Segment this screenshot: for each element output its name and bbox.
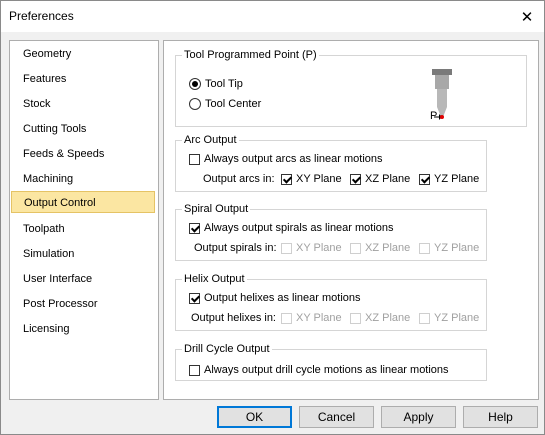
spiral-output-group: Spiral Output Always output spirals as l… <box>175 203 487 261</box>
arc-yz-checkbox-box[interactable] <box>419 173 430 185</box>
ok-button[interactable]: OK <box>217 406 292 428</box>
title-bar: Preferences ✕ <box>1 1 544 32</box>
sidebar-item-user-interface[interactable]: User Interface <box>11 268 155 290</box>
close-icon[interactable]: ✕ <box>510 1 544 32</box>
tool-center-label: Tool Center <box>205 98 262 110</box>
spiral-linear-label: Always output spirals as linear motions <box>204 222 394 234</box>
sidebar-item-machining[interactable]: Machining <box>11 168 155 190</box>
apply-button[interactable]: Apply <box>381 406 456 428</box>
helix-planes-label: Output helixes in: <box>191 312 276 324</box>
tool-tip-radio-indicator[interactable] <box>189 78 201 90</box>
helix-output-group-label: Helix Output <box>182 273 247 285</box>
helix-linear-label: Output helixes as linear motions <box>204 292 361 304</box>
sidebar-item-feeds-speeds[interactable]: Feeds & Speeds <box>11 143 155 165</box>
arc-xz-checkbox[interactable]: XZ Plane <box>350 173 410 185</box>
sidebar-item-licensing[interactable]: Licensing <box>11 318 155 340</box>
window-title: Preferences <box>9 9 74 23</box>
tool-tip-label: Tool Tip <box>205 78 243 90</box>
helix-xy-label: XY Plane <box>296 312 342 324</box>
arc-linear-label: Always output arcs as linear motions <box>204 153 383 165</box>
help-button[interactable]: Help <box>463 406 538 428</box>
spiral-output-group-label: Spiral Output <box>182 203 251 215</box>
arc-output-group-label: Arc Output <box>182 134 239 146</box>
sidebar-item-features[interactable]: Features <box>11 68 155 90</box>
spiral-xz-checkbox-box[interactable] <box>350 242 361 254</box>
output-control-panel: Tool Programmed Point (P) Tool Tip Tool … <box>163 40 539 400</box>
helix-xz-checkbox-box[interactable] <box>350 312 361 324</box>
sidebar-item-cutting-tools[interactable]: Cutting Tools <box>11 118 155 140</box>
tool-tip-icon <box>432 69 452 120</box>
helix-output-group: Helix Output Output helixes as linear mo… <box>175 273 487 331</box>
tool-tip-point-label: P <box>430 110 438 122</box>
arc-xy-label: XY Plane <box>296 173 342 185</box>
spiral-xy-checkbox[interactable]: XY Plane <box>281 242 342 254</box>
spiral-linear-checkbox-box[interactable] <box>189 222 200 234</box>
helix-xz-checkbox[interactable]: XZ Plane <box>350 312 410 324</box>
helix-xy-checkbox[interactable]: XY Plane <box>281 312 342 324</box>
helix-xy-checkbox-box[interactable] <box>281 312 292 324</box>
sidebar-item-toolpath[interactable]: Toolpath <box>11 218 155 240</box>
arc-yz-checkbox[interactable]: YZ Plane <box>419 173 479 185</box>
spiral-linear-checkbox[interactable]: Always output spirals as linear motions <box>189 222 394 234</box>
drill-linear-label: Always output drill cycle motions as lin… <box>204 364 449 376</box>
arc-yz-label: YZ Plane <box>434 173 480 185</box>
tool-point-group: Tool Programmed Point (P) Tool Tip Tool … <box>175 49 527 127</box>
spiral-xy-label: XY Plane <box>296 242 342 254</box>
spiral-xz-checkbox[interactable]: XZ Plane <box>350 242 410 254</box>
helix-yz-checkbox-box[interactable] <box>419 312 430 324</box>
drill-cycle-group-label: Drill Cycle Output <box>182 343 272 355</box>
drill-linear-checkbox[interactable]: Always output drill cycle motions as lin… <box>189 364 449 376</box>
arc-linear-checkbox-box[interactable] <box>189 153 200 165</box>
spiral-yz-checkbox-box[interactable] <box>419 242 430 254</box>
arc-xz-label: XZ Plane <box>365 173 411 185</box>
tool-point-group-label: Tool Programmed Point (P) <box>182 49 319 61</box>
arc-output-group: Arc Output Always output arcs as linear … <box>175 134 487 192</box>
spiral-xy-checkbox-box[interactable] <box>281 242 292 254</box>
sidebar-item-stock[interactable]: Stock <box>11 93 155 115</box>
tool-center-radio-indicator[interactable] <box>189 98 201 110</box>
sidebar-item-simulation[interactable]: Simulation <box>11 243 155 265</box>
cancel-button[interactable]: Cancel <box>299 406 374 428</box>
drill-linear-checkbox-box[interactable] <box>189 364 200 376</box>
helix-linear-checkbox[interactable]: Output helixes as linear motions <box>189 292 361 304</box>
arc-linear-checkbox[interactable]: Always output arcs as linear motions <box>189 153 383 165</box>
spiral-yz-label: YZ Plane <box>434 242 480 254</box>
helix-yz-checkbox[interactable]: YZ Plane <box>419 312 479 324</box>
arc-xy-checkbox[interactable]: XY Plane <box>281 173 342 185</box>
tool-tip-radio[interactable]: Tool Tip <box>189 78 243 90</box>
helix-xz-label: XZ Plane <box>365 312 411 324</box>
sidebar-item-output-control[interactable]: Output Control <box>11 191 155 213</box>
arc-xz-checkbox-box[interactable] <box>350 173 361 185</box>
helix-linear-checkbox-box[interactable] <box>189 292 200 304</box>
spiral-planes-label: Output spirals in: <box>194 242 277 254</box>
tool-center-radio[interactable]: Tool Center <box>189 98 261 110</box>
arc-xy-checkbox-box[interactable] <box>281 173 292 185</box>
arc-planes-label: Output arcs in: <box>203 173 275 185</box>
drill-cycle-group: Drill Cycle Output Always output drill c… <box>175 343 487 381</box>
category-list: Geometry Features Stock Cutting Tools Fe… <box>9 40 159 400</box>
spiral-xz-label: XZ Plane <box>365 242 411 254</box>
preferences-dialog: Preferences ✕ Geometry Features Stock Cu… <box>0 0 545 435</box>
helix-yz-label: YZ Plane <box>434 312 480 324</box>
sidebar-item-geometry[interactable]: Geometry <box>11 43 155 65</box>
sidebar-item-post-processor[interactable]: Post Processor <box>11 293 155 315</box>
spiral-yz-checkbox[interactable]: YZ Plane <box>419 242 479 254</box>
